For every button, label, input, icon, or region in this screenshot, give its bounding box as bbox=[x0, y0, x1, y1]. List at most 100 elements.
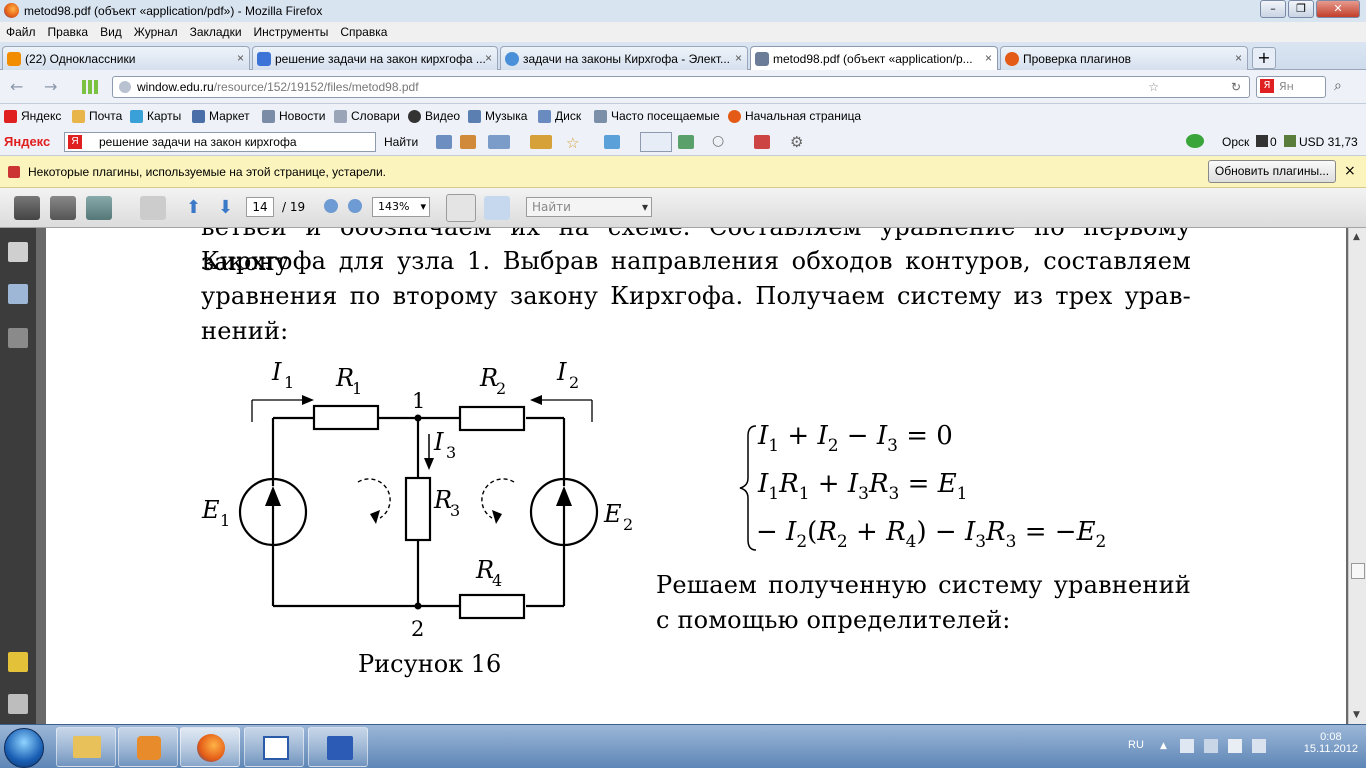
spellcheck-icon[interactable] bbox=[604, 135, 620, 149]
bookmark-disk[interactable]: Диск bbox=[538, 109, 581, 123]
tab-kirchhoff-tasks[interactable]: задачи на законы Кирхгофа - Элект... × bbox=[500, 46, 748, 70]
currency-rate[interactable]: USD 31,73 bbox=[1299, 135, 1358, 149]
fit-width-icon[interactable] bbox=[446, 194, 476, 222]
tab-odnoklassniki[interactable]: (22) Одноклассники × bbox=[2, 46, 250, 70]
yandex-brand[interactable]: Яндекс bbox=[4, 134, 50, 149]
search-field[interactable]: Я Ян bbox=[1256, 76, 1326, 98]
menu-bookmarks[interactable]: Закладки bbox=[190, 25, 242, 39]
map-icon bbox=[130, 109, 143, 123]
pages-icon[interactable] bbox=[8, 242, 28, 262]
menu-view[interactable]: Вид bbox=[100, 25, 122, 39]
fit-page-icon[interactable] bbox=[484, 196, 510, 220]
minimize-button[interactable]: – bbox=[1260, 0, 1286, 18]
menu-help[interactable]: Справка bbox=[340, 25, 387, 39]
search-icon[interactable]: ⌕ bbox=[1334, 78, 1342, 94]
save-icon[interactable] bbox=[50, 196, 76, 220]
bookmark-yandex[interactable]: Яндекс bbox=[4, 109, 61, 123]
language-indicator[interactable]: RU bbox=[1128, 739, 1144, 751]
bookmark-mail[interactable]: Почта bbox=[72, 109, 122, 123]
menu-tools[interactable]: Инструменты bbox=[254, 25, 329, 39]
yandex-search-input[interactable]: Я решение задачи на закон кирхгофа bbox=[64, 132, 376, 152]
menu-file[interactable]: Файл bbox=[6, 25, 36, 39]
find-button[interactable]: Найти bbox=[384, 135, 418, 149]
device-icon[interactable] bbox=[1204, 739, 1218, 753]
briefcase-icon[interactable] bbox=[530, 135, 552, 149]
clock[interactable]: 0:08 15.11.2012 bbox=[1304, 731, 1358, 755]
bookmark-home[interactable]: Начальная страница bbox=[728, 109, 861, 123]
svg-text:2: 2 bbox=[569, 373, 579, 392]
close-tab-icon[interactable]: × bbox=[485, 51, 492, 65]
chat-icon[interactable]: ○ bbox=[712, 133, 724, 149]
scroll-up-icon[interactable]: ▲ bbox=[1353, 232, 1360, 242]
mail-icon[interactable] bbox=[488, 135, 510, 149]
zoom-in-icon[interactable] bbox=[348, 199, 362, 213]
bookmark-star-icon[interactable]: ☆ bbox=[1148, 77, 1159, 97]
globe-icon bbox=[119, 81, 131, 93]
tools-icon[interactable] bbox=[460, 135, 476, 149]
flag-icon[interactable] bbox=[1228, 739, 1242, 753]
close-tab-icon[interactable]: × bbox=[1235, 51, 1242, 65]
start-button[interactable] bbox=[4, 728, 44, 768]
scroll-down-icon[interactable]: ▼ bbox=[1353, 710, 1360, 720]
tab-google-search[interactable]: решение задачи на закон кирхгофа ... × bbox=[252, 46, 498, 70]
mail-count[interactable]: 0 bbox=[1270, 135, 1277, 149]
grid-icon[interactable] bbox=[678, 135, 694, 149]
reload-icon[interactable]: ↻ bbox=[1231, 77, 1241, 97]
scroll-thumb[interactable] bbox=[1351, 563, 1365, 579]
chevron-down-icon: ▾ bbox=[641, 200, 648, 214]
share-icon[interactable] bbox=[86, 196, 112, 220]
forward-icon[interactable]: → bbox=[44, 77, 57, 96]
bookmark-most-visited[interactable]: Часто посещаемые bbox=[594, 109, 720, 123]
back-icon[interactable]: ← bbox=[10, 77, 23, 96]
bookmark-music[interactable]: Музыка bbox=[468, 109, 527, 123]
settings-gear-icon[interactable]: ⚙ bbox=[790, 133, 803, 151]
tray-expand-icon[interactable]: ▲ bbox=[1160, 741, 1167, 751]
taskbar-explorer[interactable] bbox=[56, 727, 116, 767]
apps-icon[interactable] bbox=[754, 135, 770, 149]
next-page-icon[interactable]: ⬇ bbox=[218, 197, 233, 218]
tab-plugin-check[interactable]: Проверка плагинов × bbox=[1000, 46, 1248, 70]
translate-icon[interactable] bbox=[436, 135, 452, 149]
url-bar[interactable]: window.edu.ru/resource/152/19152/files/m… bbox=[112, 76, 1250, 98]
bookmark-dictionaries[interactable]: Словари bbox=[334, 109, 400, 123]
menu-edit[interactable]: Правка bbox=[48, 25, 89, 39]
bookmark-news[interactable]: Новости bbox=[262, 109, 325, 123]
volume-icon[interactable] bbox=[1252, 739, 1266, 753]
zoom-out-icon[interactable] bbox=[324, 199, 338, 213]
close-tab-icon[interactable]: × bbox=[735, 51, 742, 65]
search-icon[interactable] bbox=[8, 328, 28, 348]
network-icon[interactable] bbox=[1180, 739, 1194, 753]
star-icon[interactable]: ☆ bbox=[566, 134, 579, 152]
close-tab-icon[interactable]: × bbox=[237, 51, 244, 65]
vertical-scrollbar[interactable]: ▲ ▼ bbox=[1348, 228, 1366, 724]
bookmarks-icon[interactable] bbox=[8, 284, 28, 304]
new-tab-button[interactable]: + bbox=[1252, 47, 1276, 69]
zoom-select[interactable]: 143% ▾ bbox=[372, 197, 430, 217]
bookmark-market[interactable]: Маркет bbox=[192, 109, 250, 123]
translate-toggle-icon[interactable] bbox=[640, 132, 672, 152]
bookmark-maps[interactable]: Карты bbox=[130, 109, 181, 123]
city-label[interactable]: Орск bbox=[1222, 135, 1249, 149]
comments-icon[interactable] bbox=[8, 652, 28, 672]
close-notification-icon[interactable]: × bbox=[1344, 163, 1356, 179]
page-number-input[interactable]: 14 bbox=[246, 197, 274, 217]
previous-page-icon[interactable]: ⬆ bbox=[186, 197, 201, 218]
svg-text:1: 1 bbox=[284, 373, 294, 392]
close-tab-icon[interactable]: × bbox=[985, 51, 992, 65]
taskbar-word[interactable] bbox=[308, 727, 368, 767]
find-input[interactable]: Найти ▾ bbox=[526, 197, 652, 217]
menu-history[interactable]: Журнал bbox=[134, 25, 178, 39]
attachments-icon[interactable] bbox=[8, 694, 28, 714]
print-icon[interactable] bbox=[14, 196, 40, 220]
yandex-icon bbox=[4, 109, 17, 123]
svg-text:3: 3 bbox=[450, 501, 460, 520]
taskbar-media-player[interactable] bbox=[118, 727, 178, 767]
taskbar-firefox[interactable] bbox=[180, 727, 240, 767]
close-window-button[interactable]: ✕ bbox=[1316, 0, 1360, 18]
document-icon bbox=[755, 52, 769, 66]
taskbar-tasks[interactable] bbox=[244, 727, 304, 767]
update-plugins-button[interactable]: Обновить плагины... bbox=[1208, 160, 1336, 183]
tab-metod98-pdf[interactable]: metod98.pdf (объект «application/p... × bbox=[750, 46, 998, 70]
maximize-button[interactable]: ❐ bbox=[1288, 0, 1314, 18]
bookmark-video[interactable]: Видео bbox=[408, 109, 460, 123]
